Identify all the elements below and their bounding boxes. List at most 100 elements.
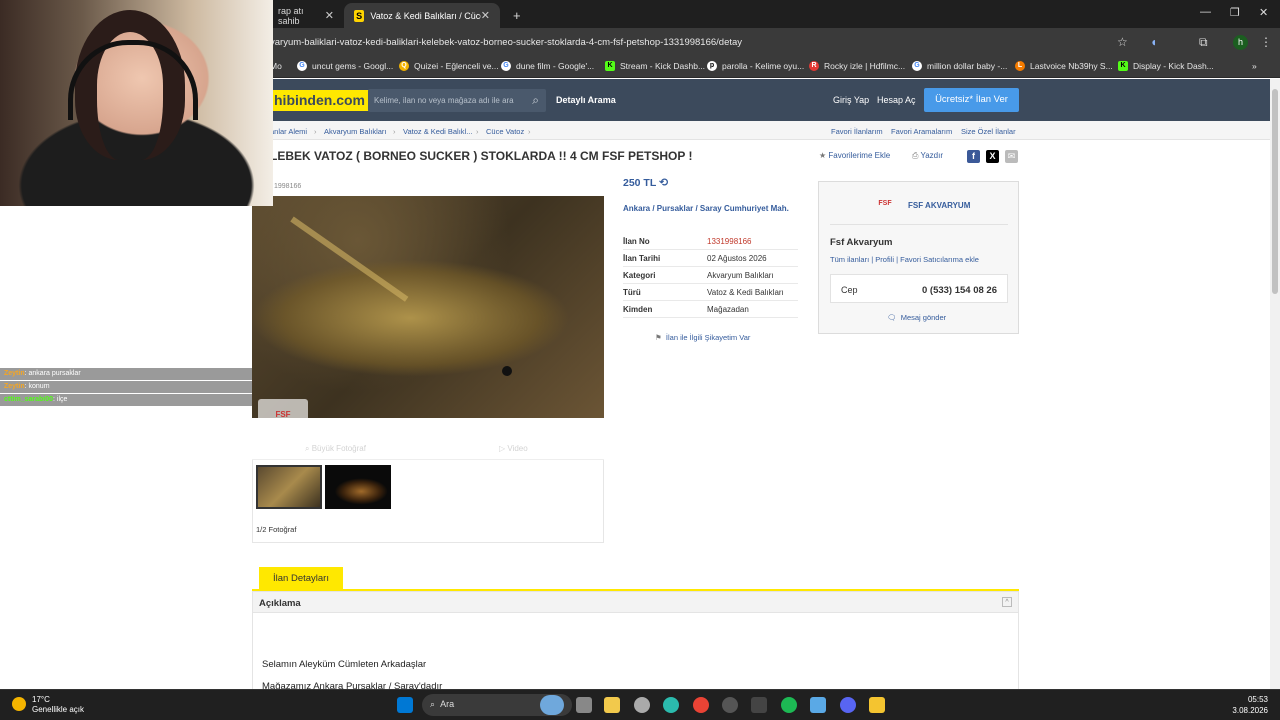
store-watermark: FSF — [258, 399, 308, 431]
chevron-right-icon[interactable]: » — [1252, 61, 1257, 71]
thumbnail-1[interactable] — [256, 465, 322, 509]
star-icon: ★ — [819, 151, 827, 160]
store-logo[interactable]: FSF — [869, 194, 901, 214]
task-view-icon[interactable] — [576, 697, 592, 713]
close-window-icon[interactable]: ✕ — [1259, 6, 1268, 19]
weather-widget[interactable]: 17°C Genellikle açık — [12, 695, 84, 715]
send-message-link[interactable]: 🗨 Mesaj gönder — [887, 313, 946, 322]
email-icon[interactable]: ✉ — [1005, 150, 1018, 163]
phone-label: Cep — [841, 285, 858, 295]
kick-icon: K — [1118, 61, 1128, 71]
fish-eye — [502, 366, 512, 376]
search-input[interactable]: Kelime, ilan no veya mağaza adı ile ara … — [368, 89, 546, 112]
description-title: Açıklama — [259, 598, 301, 609]
breadcrumb-item[interactable]: Vatoz & Kedi Balıkl... — [403, 127, 472, 136]
star-icon[interactable]: ☆ — [1117, 35, 1128, 49]
bookmark-item[interactable]: R Rocky izle | Hdfilmc... — [809, 61, 905, 71]
location[interactable]: Ankara / Pursaklar / Saray Cumhuriyet Ma… — [623, 204, 803, 214]
facebook-icon[interactable]: f — [967, 150, 980, 163]
detailed-search-link[interactable]: Detaylı Arama — [556, 95, 616, 105]
tab-ilan-detaylari[interactable]: İlan Detayları — [259, 567, 343, 590]
scrollbar-thumb[interactable] — [1272, 89, 1278, 294]
detail-row: İlan No 1331998166 — [623, 233, 798, 250]
video-button[interactable]: ▷ Video — [499, 444, 528, 453]
obs-icon[interactable] — [722, 697, 738, 713]
special-listings-link[interactable]: Size Özel İlanlar — [961, 127, 1016, 136]
phone-box: Cep 0 (533) 154 08 26 — [830, 274, 1008, 303]
detail-row: İlan Tarihi 02 Ağustos 2026 — [623, 250, 798, 267]
close-icon[interactable]: ✕ — [481, 9, 490, 22]
app-icon[interactable] — [751, 697, 767, 713]
main-photo[interactable] — [252, 196, 604, 418]
seller-name: Fsf Akvaryum — [830, 237, 893, 248]
history-icon[interactable]: ⟲ — [659, 177, 668, 189]
minimize-icon[interactable]: — — [1200, 6, 1211, 18]
large-photo-button[interactable]: ⌕ Büyük Fotoğraf — [305, 444, 366, 454]
login-link[interactable]: Giriş Yap — [833, 95, 869, 105]
chevron-right-icon: › — [393, 127, 396, 136]
search-icon[interactable]: ⌕ — [532, 93, 539, 108]
folder-icon[interactable] — [869, 697, 885, 713]
print-link[interactable]: ⎙ Yazdır — [912, 151, 943, 161]
windows-start-icon[interactable] — [397, 697, 413, 713]
bookmark-item[interactable]: K Display - Kick Dash... — [1118, 61, 1214, 71]
film-icon: R — [809, 61, 819, 71]
site-logo[interactable]: hibinden.com — [270, 90, 369, 111]
close-icon[interactable]: ✕ — [325, 9, 334, 22]
search-icon: ⌕ — [430, 699, 436, 709]
bookmark-item[interactable]: Q Quizei - Eğlenceli ve... — [399, 61, 499, 71]
phone-number[interactable]: 0 (533) 154 08 26 — [922, 285, 997, 296]
bookmark-item[interactable]: Guncut gems - Googl... — [297, 61, 393, 71]
tab-active[interactable]: S Vatoz & Kedi Balıkları / Cüce Va ✕ — [344, 3, 500, 28]
favorite-searches-link[interactable]: Favori Aramalarım — [891, 127, 952, 136]
seller-links[interactable]: Tüm ilanları | Profili | Favori Satıcıla… — [830, 255, 979, 264]
chatgpt-icon[interactable] — [634, 697, 650, 713]
chat-message: Zeytin: konum — [0, 381, 252, 393]
system-clock[interactable]: 05:53 3.08.2026 — [1232, 694, 1268, 716]
description-line: Selamın Aleyküm Cümleten Arkadaşlar — [262, 659, 427, 670]
new-tab-button[interactable]: + — [503, 3, 523, 28]
steam-icon[interactable] — [810, 697, 826, 713]
tab-title: Vatoz & Kedi Balıkları / Cüce Va — [370, 10, 481, 21]
play-icon: ▷ — [499, 444, 506, 453]
puzzle-icon[interactable]: ⧉ — [1199, 35, 1208, 50]
restore-icon[interactable]: ❐ — [1230, 6, 1240, 19]
bookmark-item[interactable]: p parolla - Kelime oyu... — [707, 61, 804, 71]
register-link[interactable]: Hesap Aç — [877, 95, 916, 105]
detail-row: Kimden Mağazadan — [623, 301, 798, 318]
add-favorite-link[interactable]: ★ Favorilerime Ekle — [819, 151, 890, 160]
favorite-listings-link[interactable]: Favori İlanlarım — [831, 127, 883, 136]
store-icon[interactable] — [604, 697, 620, 713]
flag-icon: ⚑ — [655, 333, 662, 342]
x-twitter-icon[interactable]: X — [986, 150, 999, 163]
breadcrumb-item[interactable]: anlar Alemi — [270, 127, 307, 136]
breadcrumb-item[interactable]: Akvaryum Balıkları — [324, 127, 387, 136]
profile-avatar[interactable]: h — [1233, 35, 1248, 50]
bookmark-item[interactable]: Gmillion dollar baby -... — [912, 61, 1007, 71]
sahibinden-favicon-icon: S — [354, 9, 365, 22]
breadcrumb-item[interactable]: Cüce Vatoz — [486, 127, 524, 136]
edge-icon[interactable] — [663, 697, 679, 713]
chrome-icon[interactable] — [693, 697, 709, 713]
menu-dots-icon[interactable]: ⋮ — [1260, 35, 1272, 49]
url-text[interactable]: varyum-baliklari-vatoz-kedi-baliklari-ke… — [270, 37, 742, 48]
extension-icon[interactable]: ◖ — [1150, 35, 1157, 49]
post-ad-button[interactable]: Ücretsiz* İlan Ver — [924, 88, 1019, 112]
tab-previous[interactable]: rap atı sahib ✕ — [268, 3, 344, 28]
divider — [830, 224, 1008, 225]
widgets-icon[interactable] — [540, 695, 564, 715]
thumbnail-2[interactable] — [325, 465, 391, 509]
spotify-icon[interactable] — [781, 697, 797, 713]
bookmark-item[interactable]: L Lastvoice Nb39hy S... — [1015, 61, 1113, 71]
discord-icon[interactable] — [840, 697, 856, 713]
bookmark-item[interactable]: Gdune film - Google'... — [501, 61, 594, 71]
webcam-overlay — [0, 0, 273, 206]
scrollbar[interactable] — [1270, 79, 1280, 689]
parolla-icon: p — [707, 61, 717, 71]
complaint-link[interactable]: ⚑ İlan ile İlgili Şikayetim Var — [655, 333, 750, 342]
store-name[interactable]: FSF AKVARYUM — [908, 201, 970, 210]
collapse-icon[interactable]: ^ — [1002, 597, 1012, 607]
bookmark-item[interactable]: K Stream - Kick Dashb... — [605, 61, 705, 71]
kick-icon: K — [605, 61, 615, 71]
weather-icon — [12, 697, 26, 711]
